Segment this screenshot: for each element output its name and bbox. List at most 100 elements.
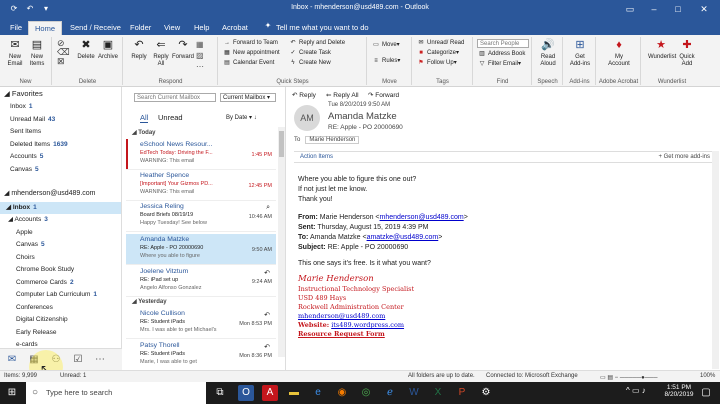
task-view-icon[interactable]: ⧉ bbox=[212, 385, 228, 401]
excel-taskbar-icon[interactable]: X bbox=[430, 385, 446, 401]
read-aloud-button[interactable]: 🔊 Read Aloud bbox=[537, 37, 559, 68]
favorite-folder[interactable]: Canvas 5 bbox=[0, 164, 121, 176]
ribbon-options-icon[interactable]: ▭ bbox=[618, 0, 642, 18]
tab-file[interactable]: File bbox=[4, 21, 28, 35]
signature-email-link[interactable]: mhenderson@usd489.com bbox=[298, 312, 468, 321]
undo-icon[interactable]: ↶ bbox=[24, 3, 36, 15]
subfolder[interactable]: Early Release bbox=[0, 327, 121, 339]
favorite-folder[interactable]: Inbox 1 bbox=[0, 101, 121, 113]
windows-start-icon[interactable]: ⊞ bbox=[4, 385, 20, 401]
follow-up-button[interactable]: ⚑ Follow Up▾ bbox=[417, 59, 456, 68]
filter-all-tab[interactable]: All bbox=[140, 113, 149, 123]
word-taskbar-icon[interactable]: W bbox=[406, 385, 422, 401]
settings-taskbar-icon[interactable]: ⚙ bbox=[478, 385, 494, 401]
filter-unread-tab[interactable]: Unread bbox=[158, 113, 183, 122]
sort-dropdown[interactable]: By Date ▾ ↓ bbox=[226, 114, 257, 121]
subfolder[interactable]: Choirs bbox=[0, 252, 121, 264]
folder-inbox[interactable]: ◢ Inbox 1 bbox=[0, 202, 121, 214]
reply-all-button[interactable]: ⇐ Reply All bbox=[150, 37, 172, 68]
subfolder[interactable]: Apple bbox=[0, 227, 121, 239]
customize-icon[interactable]: ▾ bbox=[40, 3, 52, 15]
reply-button[interactable]: ↶ Reply bbox=[128, 37, 150, 61]
qs-forward-to-team[interactable]: → Forward to Team bbox=[223, 39, 278, 48]
message-item[interactable]: Joelene Vitztum RE: iPad set up Angelo Alf… bbox=[126, 266, 276, 297]
wunderlist-button[interactable]: ★ Wunderlist bbox=[648, 37, 676, 61]
minimize-button[interactable]: – bbox=[642, 0, 666, 18]
subfolder[interactable]: Chrome Book Study bbox=[0, 264, 121, 276]
new-email-button[interactable]: ✉ New Email bbox=[4, 37, 26, 68]
clock[interactable]: 1:51 PM 8/20/2019 bbox=[664, 384, 694, 398]
favorites-header[interactable]: ◢ Favorites bbox=[4, 89, 43, 98]
subfolder[interactable]: ◢ Accounts 3 bbox=[0, 214, 121, 226]
firefox-taskbar-icon[interactable]: ◉ bbox=[334, 385, 350, 401]
qs-new-appointment[interactable]: ▦ New appointment bbox=[223, 49, 280, 58]
archive-button[interactable]: ▣ Archive bbox=[97, 37, 119, 61]
notifications-icon[interactable]: ▢ bbox=[698, 385, 714, 401]
favorite-folder[interactable]: Sent Items bbox=[0, 126, 121, 138]
move-button[interactable]: ▭ Move▾ bbox=[372, 41, 400, 50]
action-items-bar[interactable]: Action Items + Get more add-ins bbox=[294, 151, 714, 163]
to-email-link[interactable]: amatzke@usd489.com bbox=[367, 234, 439, 241]
from-email-link[interactable]: mhenderson@usd489.com bbox=[380, 214, 464, 221]
qs-create-new[interactable]: ϟ Create New bbox=[289, 59, 330, 68]
forward-button[interactable]: ↷ Forward bbox=[172, 37, 194, 61]
outlook-taskbar-icon[interactable]: O bbox=[238, 385, 254, 401]
tab-send-receive[interactable]: Send / Receive bbox=[64, 21, 127, 35]
unread-read-button[interactable]: ✉ Unread/ Read bbox=[417, 39, 464, 48]
message-item[interactable]: eSchool News Resour... EdTech Today: Driv… bbox=[126, 139, 276, 170]
categorize-button[interactable]: ■ Categorize▾ bbox=[417, 49, 459, 58]
favorite-folder[interactable]: Deleted Items 1639 bbox=[0, 139, 121, 151]
message-item[interactable]: Jessica Reling Board Briefs 08/19/19 Happy… bbox=[126, 201, 276, 232]
message-item[interactable]: Patsy Thorell RE: Student iPads Marie, I w… bbox=[126, 340, 276, 371]
message-item[interactable]: Nicole Cullison RE: Student iPads Mrs. I w… bbox=[126, 308, 276, 339]
get-more-addins-link[interactable]: + Get more add-ins bbox=[658, 152, 710, 162]
search-scope-select[interactable]: Current Mailbox ▾ bbox=[220, 93, 276, 102]
message-item[interactable]: Amanda Matzke RE: Apple - PO 20000690 Wher… bbox=[126, 234, 276, 265]
more-icon[interactable]: ⋯ bbox=[94, 354, 106, 366]
website-link[interactable]: its489.wordpress.com bbox=[331, 321, 404, 329]
new-items-button[interactable]: ▤ New Items bbox=[26, 37, 48, 68]
chrome-taskbar-icon[interactable]: ◎ bbox=[358, 385, 374, 401]
edge-taskbar-icon[interactable]: e bbox=[310, 385, 326, 401]
reading-forward-button[interactable]: ↷ Forward bbox=[368, 91, 399, 99]
search-people-input[interactable]: Search People bbox=[477, 39, 529, 48]
favorite-folder[interactable]: Accounts 5 bbox=[0, 151, 121, 163]
view-buttons[interactable]: ▭ ▤ − ─────●─── + bbox=[600, 373, 660, 392]
reading-reply-all-button[interactable]: ⇐ Reply All bbox=[326, 91, 359, 99]
ie-taskbar-icon[interactable]: ℯ bbox=[382, 385, 398, 401]
rules-button[interactable]: ≡ Rules▾ bbox=[372, 57, 400, 66]
tell-me-box[interactable]: Tell me what you want to do bbox=[270, 21, 375, 35]
favorite-folder[interactable]: Unread Mail 43 bbox=[0, 114, 121, 126]
subfolder[interactable]: Conferences bbox=[0, 302, 121, 314]
qs-reply-delete[interactable]: ↶ Reply and Delete bbox=[289, 39, 345, 48]
scrollbar-thumb[interactable] bbox=[279, 131, 284, 157]
maximize-button[interactable]: □ bbox=[666, 0, 690, 18]
qs-calendar-event[interactable]: ▤ Calendar Event bbox=[223, 59, 274, 68]
ignore-icon[interactable]: ⊘ ⌫ ⊠ bbox=[57, 39, 70, 66]
delete-button[interactable]: ✖ Delete bbox=[75, 37, 97, 61]
mail-icon[interactable]: ✉ bbox=[6, 354, 18, 366]
tab-folder[interactable]: Folder bbox=[124, 21, 157, 35]
powerpoint-taskbar-icon[interactable]: P bbox=[454, 385, 470, 401]
filter-email-button[interactable]: ▽ Filter Email▾ bbox=[478, 60, 521, 69]
tab-acrobat[interactable]: Acrobat bbox=[216, 21, 254, 35]
get-addins-button[interactable]: ⊞ Get Add-ins bbox=[569, 37, 591, 68]
close-button[interactable]: ✕ bbox=[692, 0, 716, 18]
zoom-level[interactable]: 100% bbox=[700, 371, 715, 382]
reading-reply-button[interactable]: ↶ Reply bbox=[292, 91, 316, 99]
tasks-icon[interactable]: ☑ bbox=[72, 354, 84, 366]
taskbar-search-box[interactable]: ○ Type here to search bbox=[26, 382, 206, 404]
subfolder[interactable]: Computer Lab Curriculum 1 bbox=[0, 289, 121, 301]
my-account-button[interactable]: ♦ My Account bbox=[608, 37, 630, 68]
address-book-button[interactable]: ▥ Address Book bbox=[478, 50, 525, 59]
quick-add-button[interactable]: ✚ Quick Add bbox=[676, 37, 698, 68]
more-respond-icons[interactable]: ▦ ▨ ⋯ bbox=[196, 39, 204, 72]
avatar[interactable]: AM bbox=[294, 105, 320, 131]
recipient-chip[interactable]: Marie Henderson bbox=[305, 136, 360, 144]
search-mailbox-input[interactable]: Search Current Mailbox bbox=[134, 93, 216, 102]
group-today[interactable]: ◢ Today bbox=[126, 128, 276, 138]
message-item[interactable]: Heather Spence [Important] Your Gizmos PD… bbox=[126, 170, 276, 201]
reading-scrollbar[interactable] bbox=[712, 151, 719, 369]
resource-request-link[interactable]: Resource Request Form bbox=[298, 330, 468, 339]
refresh-icon[interactable]: ⟳ bbox=[8, 3, 20, 15]
